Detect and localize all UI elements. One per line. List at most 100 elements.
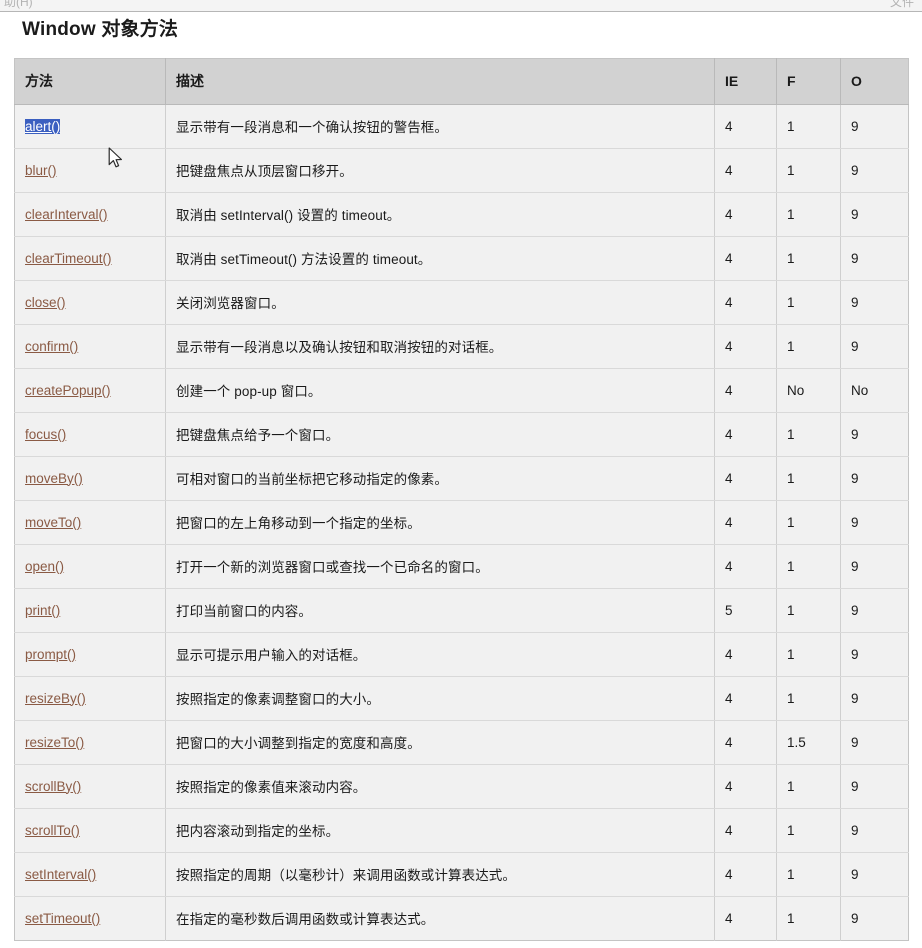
table-cell-o: 9	[840, 676, 909, 721]
table-cell-f: 1	[776, 544, 841, 589]
table-row: close() 关闭浏览器窗口。 4 1 9	[14, 280, 909, 325]
table-cell-o: 9	[840, 104, 909, 149]
table-cell-description: 显示可提示用户输入的对话框。	[165, 632, 715, 677]
table-cell-o: 9	[840, 192, 909, 237]
table-cell-description: 关闭浏览器窗口。	[165, 280, 715, 325]
table-row: alert() 显示带有一段消息和一个确认按钮的警告框。 4 1 9	[14, 104, 909, 149]
window-methods-table: 方法 描述 IE F O alert() 显示带有一段消息和一个确认按钮的警告框。…	[14, 58, 909, 941]
method-link-confirm[interactable]: confirm()	[25, 339, 78, 354]
table-row: createPopup() 创建一个 pop-up 窗口。 4 No No	[14, 368, 909, 413]
table-cell-o: 9	[840, 764, 909, 809]
menu-bar-clipped: 助(H) 文件	[0, 0, 922, 12]
column-header-ie[interactable]: IE	[714, 58, 777, 105]
table-cell-o: 9	[840, 280, 909, 325]
table-cell-description: 把键盘焦点从顶层窗口移开。	[165, 148, 715, 193]
table-cell-description: 按照指定的像素调整窗口的大小。	[165, 676, 715, 721]
table-cell-f: 1	[776, 896, 841, 941]
table-cell-method: clearTimeout()	[14, 236, 166, 281]
method-link-blur[interactable]: blur()	[25, 163, 57, 178]
method-link-scrollby[interactable]: scrollBy()	[25, 779, 81, 794]
table-cell-method: alert()	[14, 104, 166, 149]
table-cell-f: 1	[776, 104, 841, 149]
table-cell-method: createPopup()	[14, 368, 166, 413]
table-cell-description: 把内容滚动到指定的坐标。	[165, 808, 715, 853]
method-link-settimeout[interactable]: setTimeout()	[25, 911, 100, 926]
table-cell-description: 打印当前窗口的内容。	[165, 588, 715, 633]
table-cell-o: 9	[840, 632, 909, 677]
table-cell-description: 显示带有一段消息和一个确认按钮的警告框。	[165, 104, 715, 149]
method-link-focus[interactable]: focus()	[25, 427, 66, 442]
table-cell-ie: 4	[714, 764, 777, 809]
method-link-close[interactable]: close()	[25, 295, 66, 310]
table-cell-method: scrollTo()	[14, 808, 166, 853]
table-cell-o: 9	[840, 588, 909, 633]
table-cell-ie: 4	[714, 192, 777, 237]
table-cell-method: setInterval()	[14, 852, 166, 897]
column-header-description[interactable]: 描述	[165, 58, 715, 105]
method-link-print[interactable]: print()	[25, 603, 60, 618]
table-cell-f: 1	[776, 588, 841, 633]
table-row: focus() 把键盘焦点给予一个窗口。 4 1 9	[14, 412, 909, 457]
table-cell-f: 1	[776, 676, 841, 721]
method-link-moveby[interactable]: moveBy()	[25, 471, 83, 486]
table-header: 方法 描述 IE F O	[14, 58, 909, 105]
table-row: prompt() 显示可提示用户输入的对话框。 4 1 9	[14, 632, 909, 677]
table-cell-description: 按照指定的周期（以毫秒计）来调用函数或计算表达式。	[165, 852, 715, 897]
menu-item-help[interactable]: 助(H)	[4, 0, 33, 10]
table-cell-description: 按照指定的像素值来滚动内容。	[165, 764, 715, 809]
method-link-createpopup[interactable]: createPopup()	[25, 383, 111, 398]
column-header-method[interactable]: 方法	[14, 58, 166, 105]
table-cell-o: 9	[840, 720, 909, 765]
table-cell-method: confirm()	[14, 324, 166, 369]
table-cell-f: 1	[776, 148, 841, 193]
table-cell-f: 1	[776, 412, 841, 457]
table-cell-description: 把窗口的大小调整到指定的宽度和高度。	[165, 720, 715, 765]
method-link-scrollto[interactable]: scrollTo()	[25, 823, 80, 838]
table-row: resizeTo() 把窗口的大小调整到指定的宽度和高度。 4 1.5 9	[14, 720, 909, 765]
table-cell-method: setTimeout()	[14, 896, 166, 941]
column-header-o[interactable]: O	[840, 58, 909, 105]
method-link-resizeto[interactable]: resizeTo()	[25, 735, 84, 750]
page-content: Window 对象方法 方法 描述 IE F O alert() 显示带有一段消息…	[0, 19, 922, 941]
method-link-alert[interactable]: alert()	[25, 118, 61, 134]
table-cell-ie: 4	[714, 456, 777, 501]
table-cell-description: 取消由 setTimeout() 方法设置的 timeout。	[165, 236, 715, 281]
table-cell-description: 打开一个新的浏览器窗口或查找一个已命名的窗口。	[165, 544, 715, 589]
table-cell-method: blur()	[14, 148, 166, 193]
table-row: clearTimeout() 取消由 setTimeout() 方法设置的 tim…	[14, 236, 909, 281]
table-cell-method: scrollBy()	[14, 764, 166, 809]
table-cell-f: No	[776, 368, 841, 413]
table-cell-ie: 4	[714, 236, 777, 281]
table-cell-ie: 4	[714, 500, 777, 545]
table-row: moveTo() 把窗口的左上角移动到一个指定的坐标。 4 1 9	[14, 500, 909, 545]
table-cell-o: 9	[840, 412, 909, 457]
table-cell-description: 取消由 setInterval() 设置的 timeout。	[165, 192, 715, 237]
method-link-prompt[interactable]: prompt()	[25, 647, 76, 662]
table-cell-f: 1.5	[776, 720, 841, 765]
table-cell-ie: 4	[714, 632, 777, 677]
method-link-open[interactable]: open()	[25, 559, 64, 574]
menu-item-right[interactable]: 文件	[890, 0, 914, 10]
column-header-f[interactable]: F	[776, 58, 841, 105]
method-link-moveto[interactable]: moveTo()	[25, 515, 81, 530]
table-cell-method: resizeBy()	[14, 676, 166, 721]
table-row: resizeBy() 按照指定的像素调整窗口的大小。 4 1 9	[14, 676, 909, 721]
table-cell-method: resizeTo()	[14, 720, 166, 765]
table-cell-o: 9	[840, 544, 909, 589]
method-link-setinterval[interactable]: setInterval()	[25, 867, 96, 882]
table-cell-f: 1	[776, 764, 841, 809]
table-cell-ie: 4	[714, 368, 777, 413]
table-cell-method: moveBy()	[14, 456, 166, 501]
table-row: setInterval() 按照指定的周期（以毫秒计）来调用函数或计算表达式。 4 1…	[14, 852, 909, 897]
table-cell-f: 1	[776, 632, 841, 677]
table-cell-ie: 4	[714, 544, 777, 589]
table-cell-o: 9	[840, 852, 909, 897]
method-link-cleartimeout[interactable]: clearTimeout()	[25, 251, 112, 266]
method-link-resizeby[interactable]: resizeBy()	[25, 691, 86, 706]
table-cell-o: No	[840, 368, 909, 413]
method-link-clearinterval[interactable]: clearInterval()	[25, 207, 108, 222]
table-cell-description: 把键盘焦点给予一个窗口。	[165, 412, 715, 457]
table-row: blur() 把键盘焦点从顶层窗口移开。 4 1 9	[14, 148, 909, 193]
table-cell-f: 1	[776, 808, 841, 853]
table-row: clearInterval() 取消由 setInterval() 设置的 tim…	[14, 192, 909, 237]
